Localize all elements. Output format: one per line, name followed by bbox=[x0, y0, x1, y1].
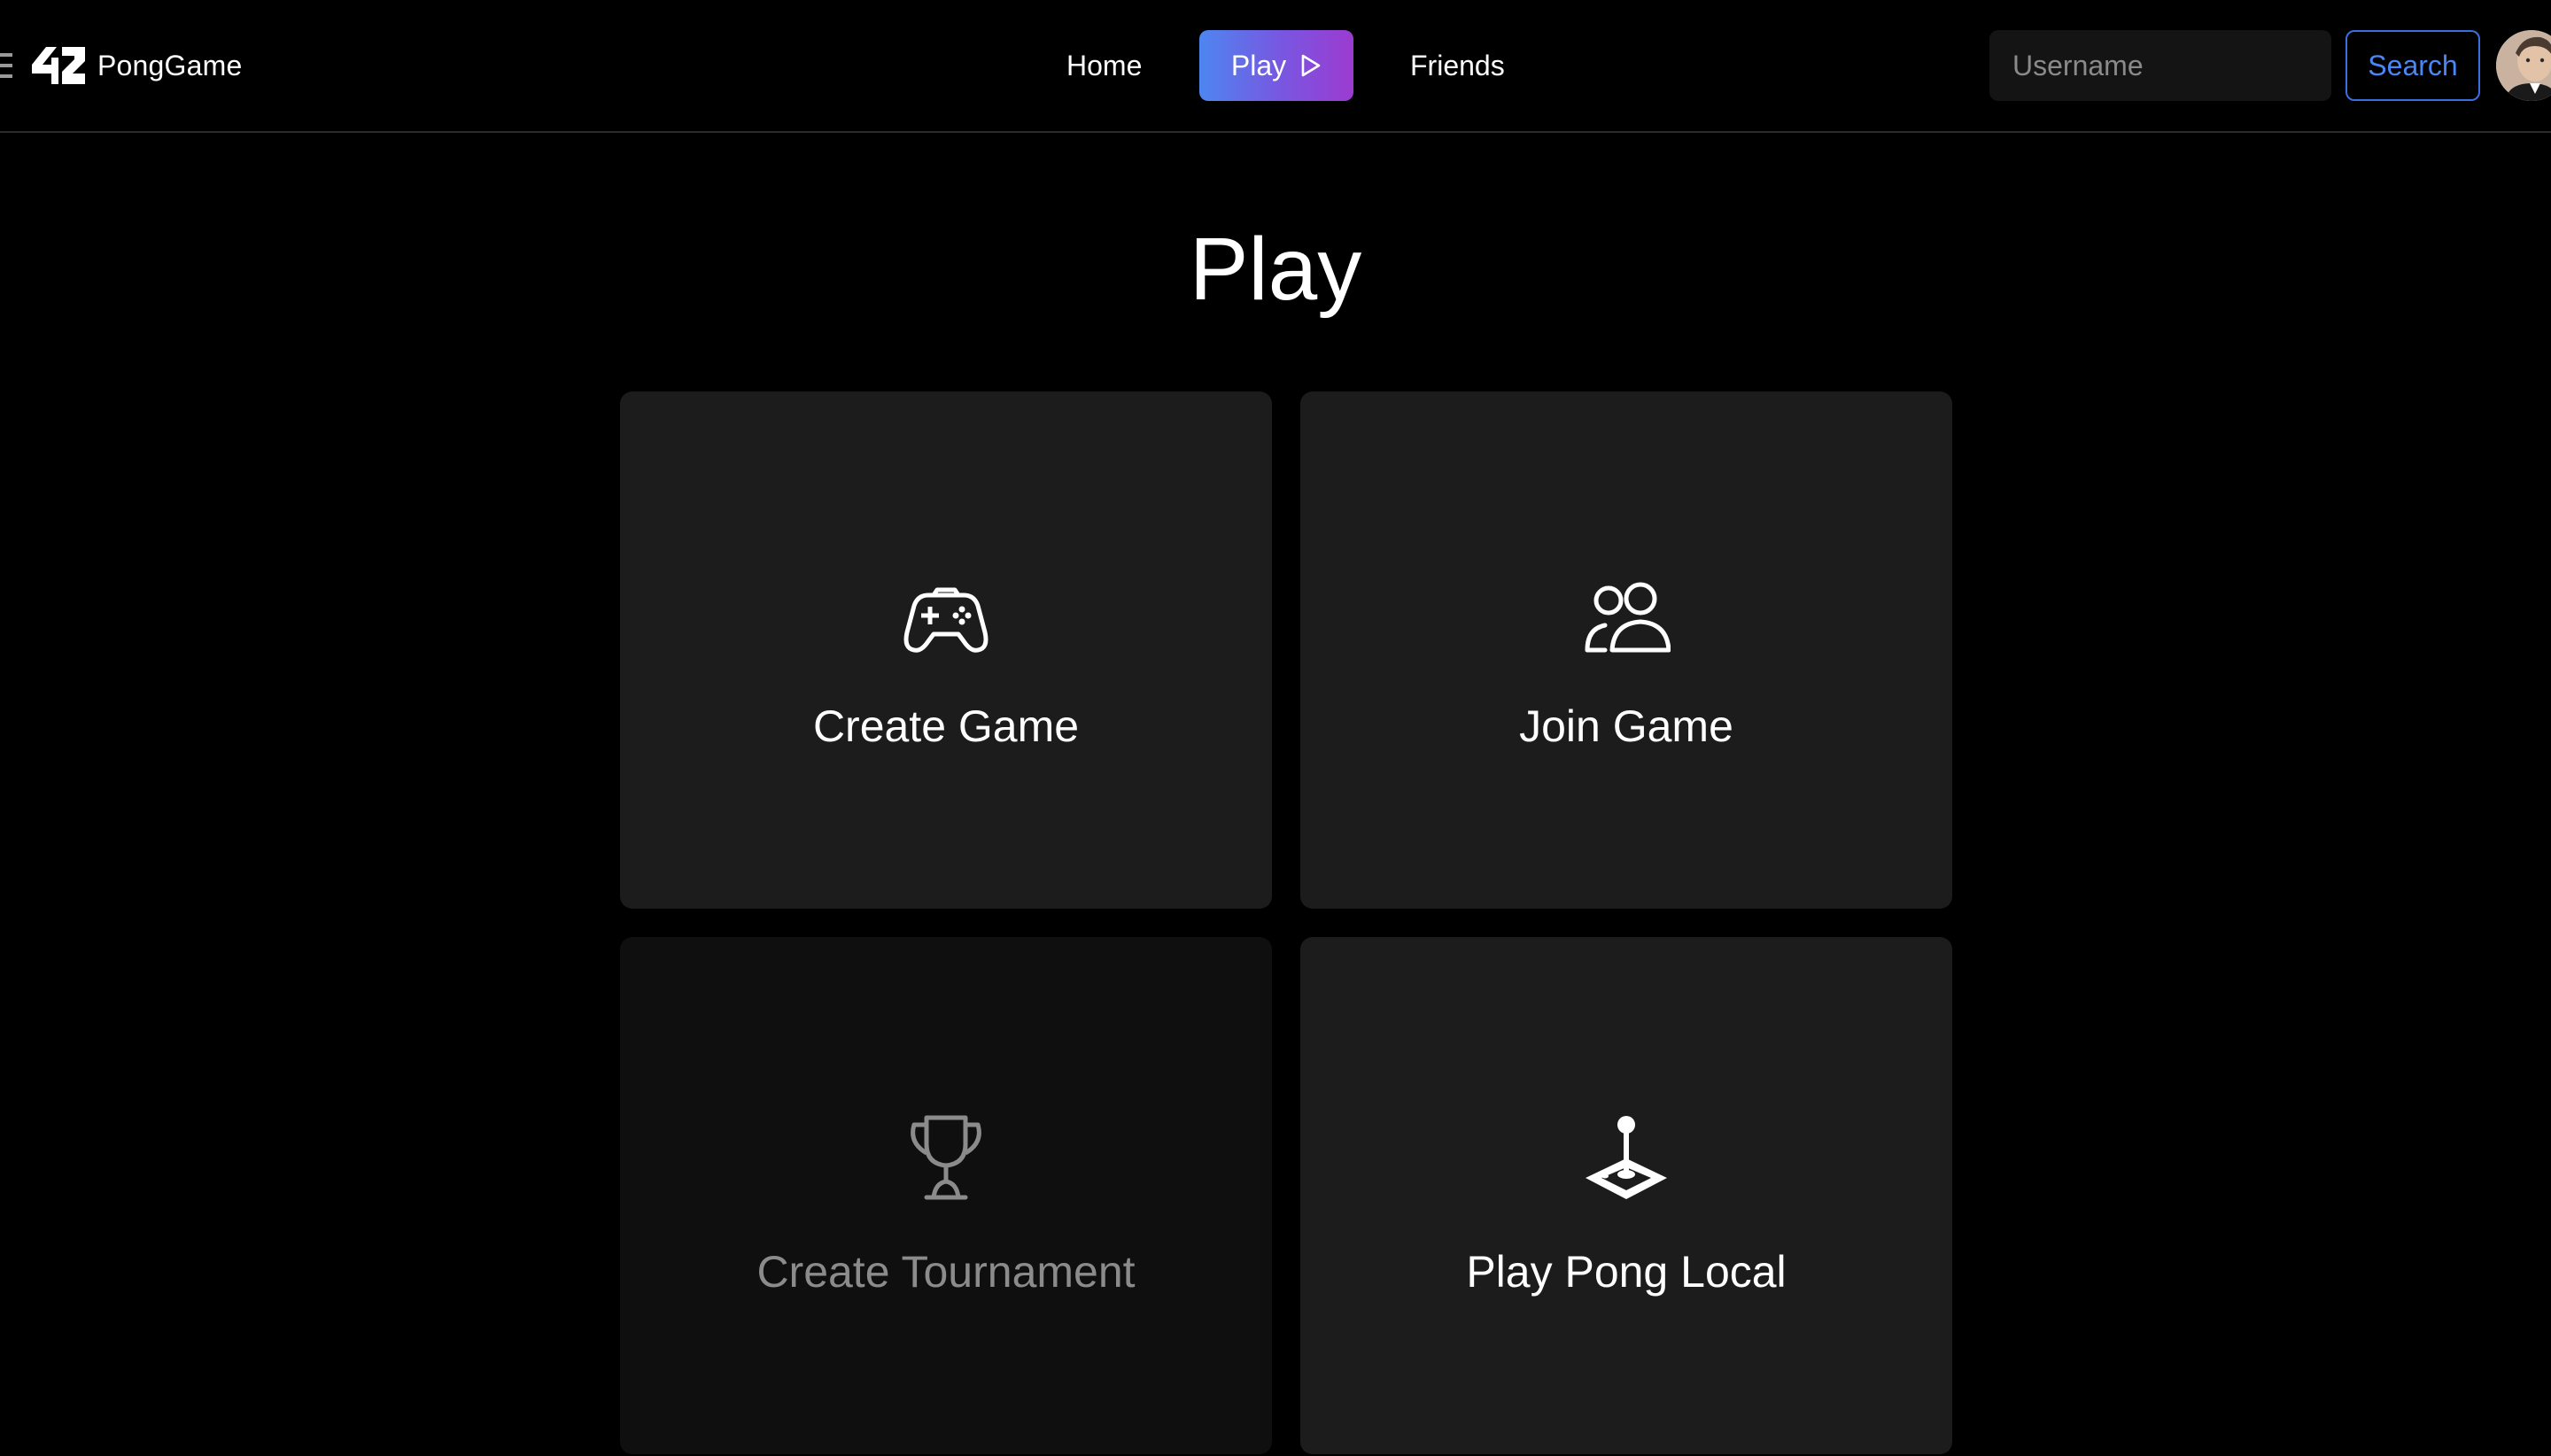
menu-icon[interactable] bbox=[0, 53, 12, 78]
gamepad-icon bbox=[903, 587, 989, 653]
play-icon bbox=[1301, 54, 1321, 77]
username-search-input[interactable] bbox=[1989, 30, 2331, 101]
brand-name: PongGame bbox=[97, 49, 243, 81]
create-tournament-label: Create Tournament bbox=[756, 1247, 1136, 1297]
nav-play-link[interactable]: Play bbox=[1199, 30, 1353, 101]
join-game-label: Join Game bbox=[1519, 701, 1733, 751]
nav-friends-link[interactable]: Friends bbox=[1410, 30, 1505, 101]
brand[interactable]: PongGame bbox=[32, 43, 242, 89]
search-button[interactable]: Search bbox=[2346, 30, 2480, 101]
trophy-icon bbox=[911, 1115, 981, 1200]
nav-play-label: Play bbox=[1230, 50, 1287, 81]
users-icon bbox=[1585, 582, 1671, 653]
nav-home-link[interactable]: Home bbox=[1066, 30, 1142, 101]
user-avatar[interactable] bbox=[2496, 30, 2551, 101]
play-pong-local-card[interactable]: Play Pong Local bbox=[1300, 937, 1952, 1454]
create-tournament-card: Create Tournament bbox=[620, 937, 1272, 1454]
avatar-photo bbox=[2496, 30, 2551, 101]
create-game-label: Create Game bbox=[812, 701, 1080, 751]
create-game-card[interactable]: Create Game bbox=[620, 391, 1272, 909]
play-pong-local-label: Play Pong Local bbox=[1466, 1247, 1787, 1297]
page-title: Play bbox=[1189, 220, 1362, 319]
logo-42-icon bbox=[32, 47, 85, 84]
top-navigation-bar: PongGame Home Play Friends Search bbox=[0, 0, 2551, 133]
join-game-card[interactable]: Join Game bbox=[1300, 391, 1952, 909]
joystick-icon bbox=[1586, 1116, 1667, 1199]
